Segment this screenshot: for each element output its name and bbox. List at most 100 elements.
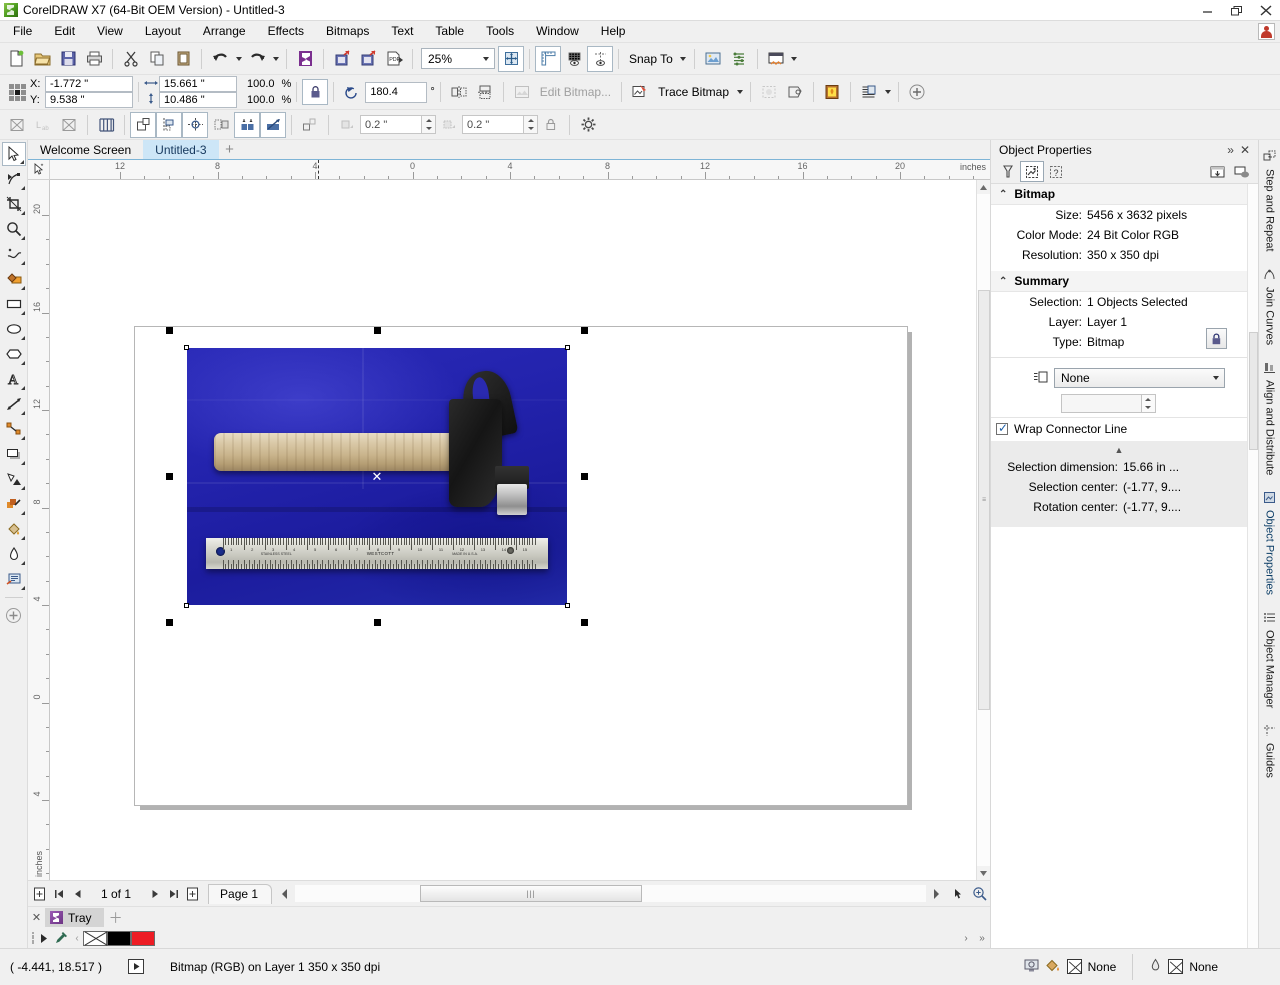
show-rulers-icon[interactable]: [535, 45, 561, 72]
open-folder-icon[interactable]: [29, 46, 55, 72]
tab-untitled-3[interactable]: Untitled-3: [143, 140, 219, 159]
y-position-input[interactable]: 9.538 ": [45, 92, 133, 108]
zoom-tool-flyout-icon[interactable]: [20, 236, 25, 240]
fill-color-swatch[interactable]: [1066, 959, 1082, 974]
interactive-fill-tool-flyout-icon[interactable]: [20, 586, 25, 590]
dimension-tool[interactable]: [2, 392, 26, 416]
scale-y-value[interactable]: 100.0: [243, 94, 279, 106]
palette-expand-icon[interactable]: [37, 933, 51, 943]
horizontal-scrollbar-thumb[interactable]: |||: [420, 885, 643, 902]
ellipse-tool-flyout-icon[interactable]: [20, 336, 25, 340]
import-style-icon[interactable]: [1205, 161, 1229, 182]
crop-tool-flyout-icon[interactable]: [20, 211, 25, 215]
docker-close-icon[interactable]: ✕: [1240, 143, 1250, 157]
window-layout-icon[interactable]: [763, 46, 789, 72]
minimize-button[interactable]: [1193, 0, 1222, 21]
menu-file[interactable]: File: [2, 21, 43, 42]
side-tab-align-and-distribute[interactable]: Align and Distribute: [1263, 355, 1277, 485]
add-property-icon[interactable]: [904, 79, 930, 105]
menu-help[interactable]: Help: [590, 21, 637, 42]
mirror-horizontal-button[interactable]: [446, 79, 472, 105]
add-page-end-icon[interactable]: [183, 884, 202, 904]
menu-text[interactable]: Text: [380, 21, 424, 42]
apply-style-icon[interactable]: [1229, 161, 1253, 182]
interactive-fill-tool[interactable]: [2, 567, 26, 591]
options-icon[interactable]: [700, 46, 726, 72]
full-screen-preview-icon[interactable]: [498, 45, 524, 72]
side-tab-object-properties[interactable]: Object Properties: [1263, 485, 1277, 605]
transparency-tool[interactable]: [2, 467, 26, 491]
rectangle-tool-flyout-icon[interactable]: [20, 311, 25, 315]
menu-layout[interactable]: Layout: [134, 21, 192, 42]
fill-tool-flyout-icon[interactable]: [20, 536, 25, 540]
palette-expand-more-icon[interactable]: »: [974, 933, 990, 944]
outline-color-swatch[interactable]: [1168, 959, 1184, 974]
text-tool[interactable]: A: [2, 367, 26, 391]
side-tab-guides[interactable]: Guides: [1263, 718, 1277, 788]
height-input[interactable]: 10.486 ": [159, 92, 237, 108]
selection-handle-br[interactable]: [565, 603, 570, 608]
freehand-tool[interactable]: [2, 242, 26, 266]
ellipse-tool[interactable]: [2, 317, 26, 341]
redo-icon[interactable]: [244, 46, 270, 72]
paste-icon[interactable]: [170, 46, 196, 72]
menu-edit[interactable]: Edit: [43, 21, 86, 42]
zoom-tool[interactable]: [2, 217, 26, 241]
bitmap-section-chevron-icon[interactable]: ⌃: [999, 189, 1007, 200]
red-swatch[interactable]: [131, 930, 155, 946]
info-collapse-icon[interactable]: ▲: [1001, 445, 1237, 457]
hammer-photo[interactable]: WESTCOTT STAINLESS STEEL MADE IN U.S.A. …: [187, 348, 567, 605]
document-color-settings-icon[interactable]: [1024, 958, 1039, 976]
pick-tool[interactable]: [1, 142, 26, 166]
color-eyedropper-tool[interactable]: [2, 492, 26, 516]
selection-handle-tl[interactable]: [184, 345, 189, 350]
style-dropdown-chevron-icon[interactable]: [1207, 369, 1224, 387]
palette-scroll-right-icon[interactable]: ›: [958, 933, 974, 944]
align-distribute-icon[interactable]: [208, 112, 234, 138]
trace-bitmap-icon[interactable]: [627, 79, 653, 105]
side-tab-join-curves[interactable]: Join Curves: [1263, 262, 1277, 355]
status-expand-button[interactable]: [128, 959, 144, 974]
first-page-icon[interactable]: [49, 884, 68, 904]
bring-to-front-icon[interactable]: [130, 111, 156, 138]
outline-pen-icon[interactable]: [1149, 958, 1162, 976]
docker-scrollbar-thumb[interactable]: [1249, 332, 1258, 450]
vertical-scrollbar-thumb[interactable]: ≡: [978, 290, 990, 710]
freehand-tool-flyout-icon[interactable]: [20, 261, 25, 265]
smart-fill-tool[interactable]: [2, 267, 26, 291]
rectangle-tool[interactable]: [2, 292, 26, 316]
zoom-level-combo[interactable]: 25%: [421, 48, 495, 69]
contour-width-input-2[interactable]: 0.2 ": [462, 115, 524, 134]
fill-color-icon[interactable]: [1045, 958, 1061, 976]
polygon-tool[interactable]: [2, 342, 26, 366]
fill-tool[interactable]: [2, 517, 26, 541]
summary-section-chevron-icon[interactable]: ⌃: [999, 276, 1007, 287]
palette-grip-icon[interactable]: [30, 931, 37, 945]
snap-to-dropdown-icon[interactable]: [678, 46, 689, 72]
text-tool-flyout-icon[interactable]: [20, 386, 25, 390]
tab-welcome-screen[interactable]: Welcome Screen: [28, 140, 144, 159]
page-1-tab[interactable]: Page 1: [208, 883, 273, 904]
style-value-spinner-arrows[interactable]: [1140, 395, 1155, 412]
menu-bitmaps[interactable]: Bitmaps: [315, 21, 380, 42]
cut-icon[interactable]: [118, 46, 144, 72]
print-icon[interactable]: [81, 46, 107, 72]
wrap-text-dropdown-icon[interactable]: [882, 79, 893, 105]
drop-shadow-tool[interactable]: [2, 442, 26, 466]
tray-add-icon[interactable]: ＋: [104, 908, 128, 928]
previous-page-icon[interactable]: [68, 884, 87, 904]
new-document-icon[interactable]: [3, 46, 29, 72]
bitmap-section-header[interactable]: ⌃ Bitmap: [991, 184, 1247, 205]
shape-tool-flyout-icon[interactable]: [20, 186, 25, 190]
undo-icon[interactable]: [207, 46, 233, 72]
navigator-pointer-icon[interactable]: [949, 884, 968, 904]
width-input[interactable]: 15.661 ": [159, 76, 237, 92]
selection-handle-outer-tl[interactable]: [166, 327, 173, 334]
smart-fill-tool-flyout-icon[interactable]: [20, 286, 25, 290]
tray-close-icon[interactable]: ✕: [28, 911, 45, 924]
ruler-origin-button[interactable]: [28, 160, 50, 180]
connector-tool-flyout-icon[interactable]: [20, 436, 25, 440]
show-grid-icon[interactable]: [561, 46, 587, 72]
scroll-up-button[interactable]: [976, 180, 990, 194]
docker-collapse-icon[interactable]: »: [1227, 143, 1234, 157]
